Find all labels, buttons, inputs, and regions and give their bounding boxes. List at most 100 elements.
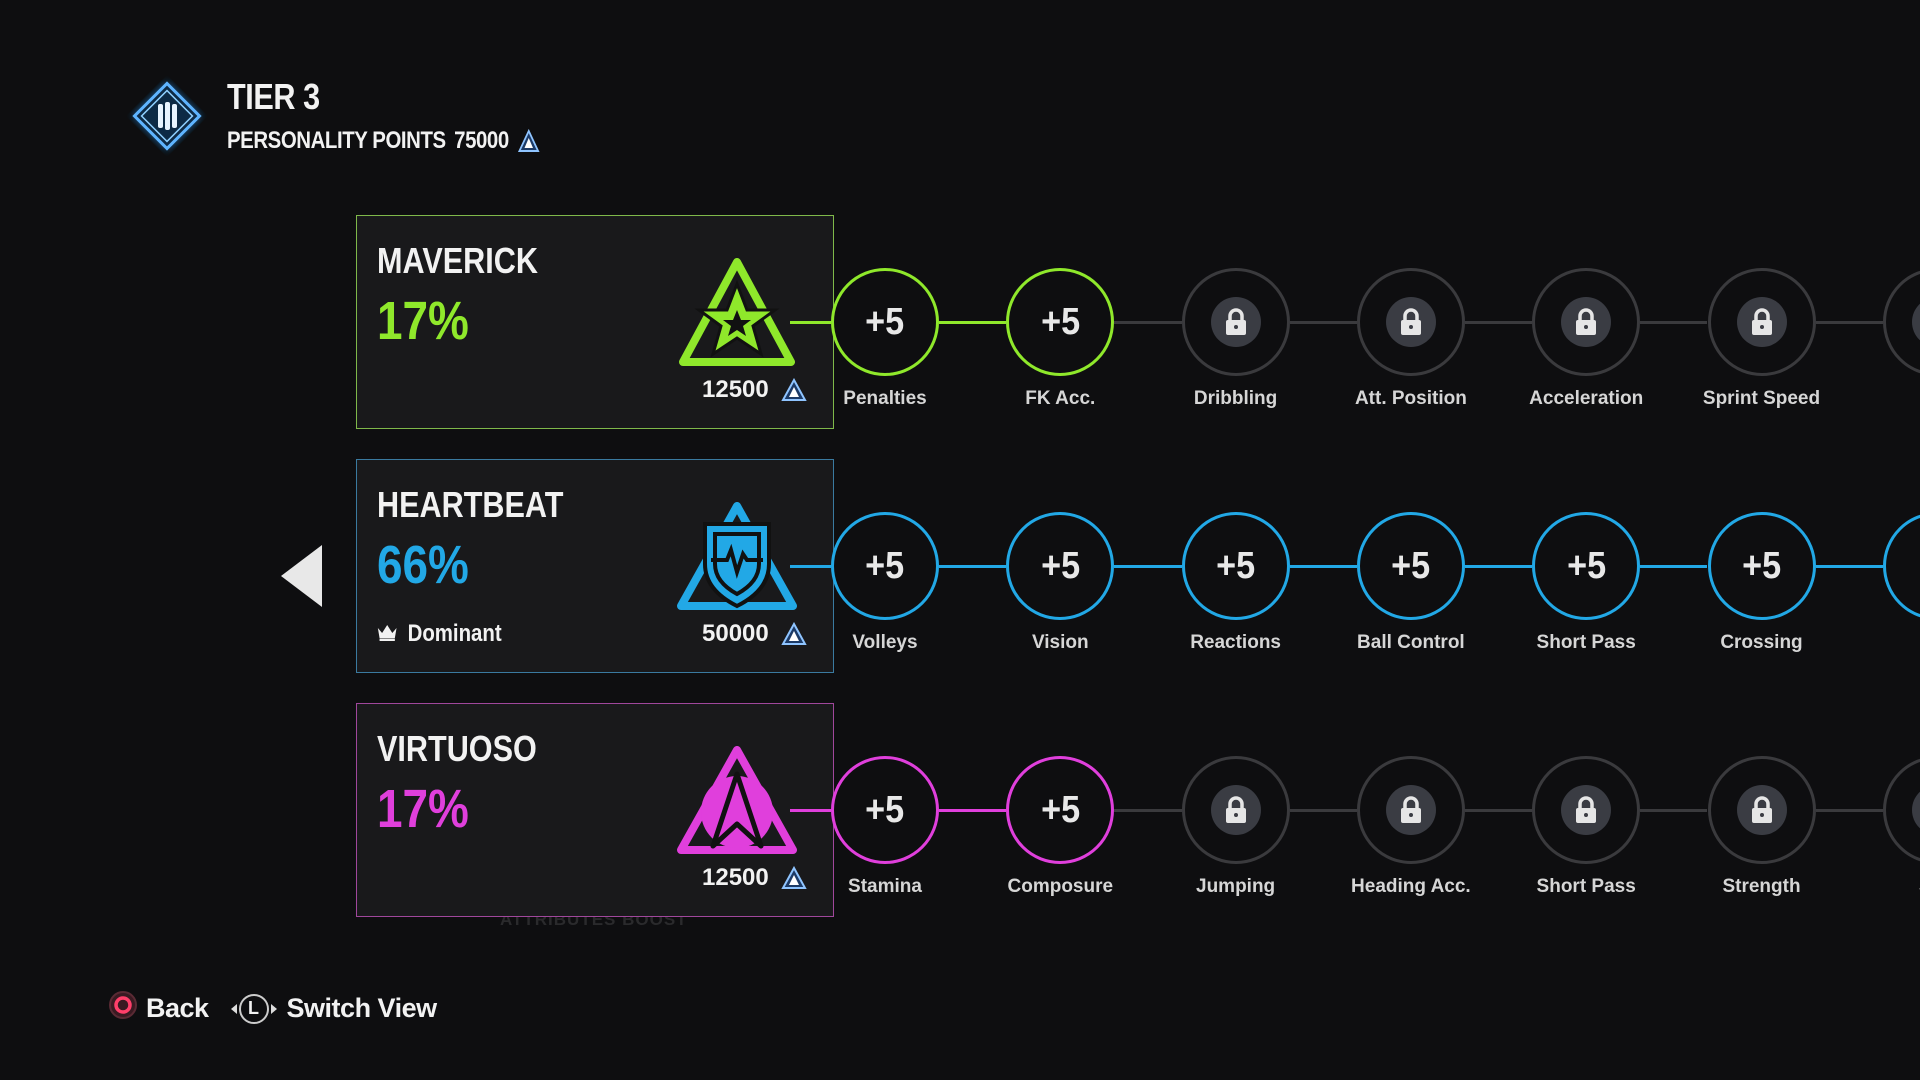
attribute-node[interactable]: +5 bbox=[1006, 756, 1115, 864]
connector-line bbox=[1114, 565, 1182, 568]
attribute-label: FK Acc. bbox=[1025, 388, 1096, 409]
attribute-node[interactable] bbox=[1356, 268, 1465, 376]
circle-button-icon bbox=[108, 990, 138, 1027]
attribute-label: Penalties bbox=[843, 388, 927, 409]
personality-name: HEARTBEAT bbox=[377, 484, 564, 525]
connector-line bbox=[939, 809, 1007, 812]
connector-line bbox=[1640, 809, 1708, 812]
personality-points-label: PERSONALITY POINTS bbox=[227, 127, 446, 154]
virtuoso-emblem-icon bbox=[675, 746, 799, 858]
boost-value: +5 bbox=[865, 788, 905, 831]
heartbeat-emblem-icon bbox=[675, 502, 799, 614]
switch-view-button[interactable]: Switch View bbox=[287, 993, 438, 1024]
personality-percent: 66% bbox=[377, 535, 469, 595]
personality-percent: 17% bbox=[377, 291, 469, 351]
attribute-node[interactable] bbox=[1882, 756, 1920, 864]
attribute-node[interactable]: +5 bbox=[831, 268, 939, 376]
lock-icon bbox=[1736, 785, 1787, 835]
attribute-label: Heading Acc. bbox=[1351, 876, 1471, 897]
connector-line bbox=[1640, 565, 1708, 568]
connector-line bbox=[790, 321, 831, 324]
connector-line bbox=[1640, 321, 1708, 324]
attribute-label: Short Pass bbox=[1536, 632, 1636, 653]
connector-line bbox=[1464, 809, 1533, 812]
boost-value: +5 bbox=[1040, 544, 1080, 587]
lock-icon bbox=[1385, 297, 1436, 347]
cost-value: 12500 bbox=[702, 376, 769, 403]
connector-line bbox=[939, 565, 1007, 568]
boost-value: +5 bbox=[865, 300, 905, 343]
personality-name: VIRTUOSO bbox=[377, 728, 537, 769]
connector-line bbox=[1114, 809, 1182, 812]
attribute-label: Volleys bbox=[852, 632, 918, 653]
attribute-node[interactable]: +5 bbox=[1181, 512, 1290, 620]
cost-value: 12500 bbox=[702, 864, 769, 891]
personality-card-virtuoso[interactable]: VIRTUOSO 17% 12500 bbox=[356, 703, 834, 917]
attribute-node[interactable] bbox=[1181, 268, 1290, 376]
connector-line bbox=[1815, 321, 1883, 324]
previous-arrow-button[interactable] bbox=[281, 545, 322, 607]
attribute-label: Acceleration bbox=[1529, 388, 1644, 409]
lock-icon bbox=[1561, 297, 1612, 347]
dominant-badge: Dominant bbox=[377, 620, 502, 648]
connector-line bbox=[1289, 809, 1357, 812]
personality-card-heartbeat[interactable]: HEARTBEAT 66% Dominant 50000 bbox=[356, 459, 834, 673]
attribute-node[interactable] bbox=[1532, 268, 1641, 376]
boost-value: +5 bbox=[1566, 544, 1606, 587]
boost-value: +5 bbox=[1040, 788, 1080, 831]
personality-points-icon bbox=[517, 128, 540, 153]
attribute-node[interactable] bbox=[1181, 756, 1290, 864]
lock-icon bbox=[1911, 785, 1920, 835]
boost-value: +5 bbox=[1741, 544, 1781, 587]
attribute-node[interactable]: +5 bbox=[831, 756, 939, 864]
crown-icon bbox=[377, 620, 397, 648]
attribute-label: Strength bbox=[1722, 876, 1801, 897]
attribute-node[interactable]: +5 bbox=[1532, 512, 1641, 620]
attribute-node[interactable] bbox=[1707, 268, 1816, 376]
connector-line bbox=[939, 321, 1007, 324]
lock-icon bbox=[1561, 785, 1612, 835]
connector-line bbox=[790, 565, 831, 568]
personality-percent: 17% bbox=[377, 779, 469, 839]
lock-icon bbox=[1736, 297, 1787, 347]
attribute-label: Composure bbox=[1007, 876, 1114, 897]
attribute-label: Crossing bbox=[1720, 632, 1803, 653]
boost-value: +5 bbox=[1040, 300, 1080, 343]
attribute-label: Dribbling bbox=[1193, 388, 1278, 409]
tier-title: TIER 3 bbox=[227, 76, 320, 117]
cost-value: 50000 bbox=[702, 620, 769, 647]
footer-controls: Back L Switch View bbox=[108, 990, 437, 1027]
attribute-node[interactable] bbox=[1707, 756, 1816, 864]
boost-value: +5 bbox=[1216, 544, 1256, 587]
tier-diamond-icon bbox=[127, 76, 207, 156]
connector-line bbox=[790, 809, 831, 812]
attribute-label: Stamina bbox=[848, 876, 922, 897]
attribute-node[interactable]: + bbox=[1882, 512, 1920, 620]
attribute-node[interactable] bbox=[1532, 756, 1641, 864]
attribute-label: Lon bbox=[1837, 632, 1920, 654]
attribute-node[interactable]: +5 bbox=[1707, 512, 1816, 620]
attribute-node[interactable]: +5 bbox=[831, 512, 939, 620]
attribute-label: Jumping bbox=[1196, 876, 1276, 897]
attribute-label: Sho bbox=[1837, 876, 1920, 898]
attribute-node[interactable]: +5 bbox=[1006, 268, 1115, 376]
attribute-node[interactable]: +5 bbox=[1356, 512, 1465, 620]
personality-card-maverick[interactable]: MAVERICK 17% 12500 bbox=[356, 215, 834, 429]
lock-icon bbox=[1911, 297, 1920, 347]
connector-line bbox=[1114, 321, 1182, 324]
attribute-label: Vision bbox=[1031, 632, 1089, 653]
boost-value: +5 bbox=[1391, 544, 1431, 587]
back-button[interactable]: Back bbox=[146, 993, 209, 1024]
attribute-label: Ball Control bbox=[1357, 632, 1465, 653]
attribute-label: Fi bbox=[1837, 388, 1920, 410]
lock-icon bbox=[1385, 785, 1436, 835]
attribute-label: Reactions bbox=[1190, 632, 1281, 653]
maverick-emblem-icon bbox=[675, 258, 799, 370]
personality-points: PERSONALITY POINTS 75000 bbox=[227, 127, 540, 155]
attribute-label: Sprint Speed bbox=[1702, 388, 1821, 409]
left-stick-icon: L bbox=[230, 993, 277, 1024]
attribute-node[interactable] bbox=[1882, 268, 1920, 376]
attribute-node[interactable]: +5 bbox=[1006, 512, 1115, 620]
connector-line bbox=[1289, 565, 1357, 568]
attribute-node[interactable] bbox=[1356, 756, 1465, 864]
